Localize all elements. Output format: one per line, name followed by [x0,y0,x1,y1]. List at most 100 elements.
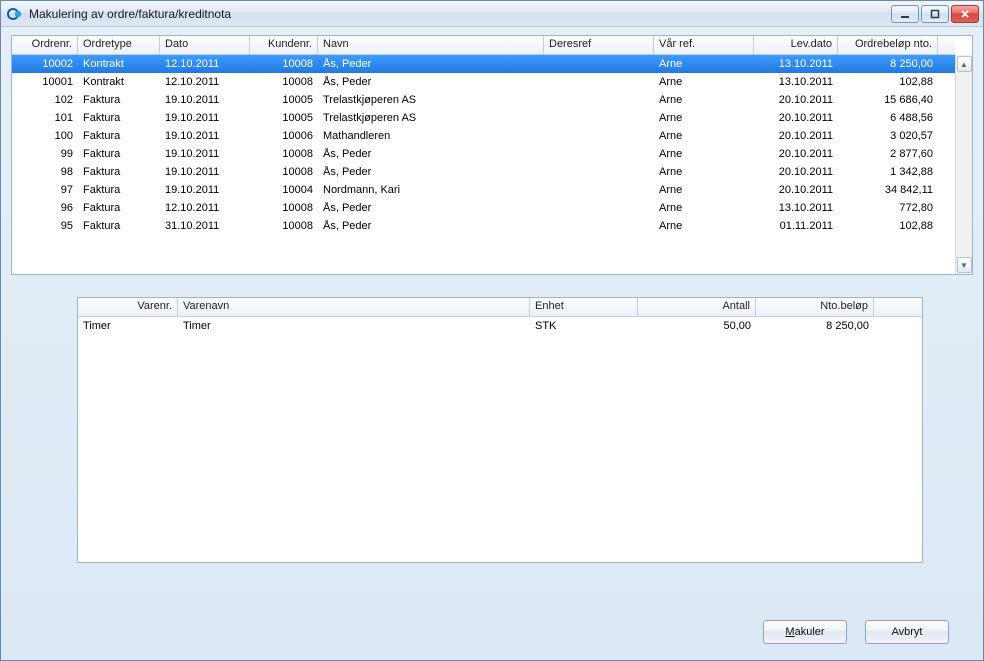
cell: Mathandleren [318,130,544,142]
cell: Timer [78,320,178,332]
col-ntobelop[interactable]: Nto.beløp [756,298,874,316]
detail-grid-header[interactable]: Varenr. Varenavn Enhet Antall Nto.beløp [78,298,922,317]
cell: 20.10.2011 [754,184,838,196]
close-button[interactable] [951,5,979,23]
cell: 19.10.2011 [160,112,250,124]
cell: 10008 [250,220,318,232]
orders-scrollbar[interactable]: ▲ ▼ [955,55,972,274]
cell: Trelastkjøperen AS [318,94,544,106]
cell: Timer [178,320,530,332]
titlebar[interactable]: Makulering av ordre/faktura/kreditnota [1,1,983,27]
detail-grid-body[interactable]: TimerTimerSTK50,008 250,00 [78,317,922,335]
cell: 20.10.2011 [754,130,838,142]
table-row[interactable]: 101Faktura19.10.201110005Trelastkjøperen… [12,109,955,127]
cell: 20.10.2011 [754,166,838,178]
cell: 3 020,57 [838,130,938,142]
table-row[interactable]: 10001Kontrakt12.10.201110008Ås, PederArn… [12,73,955,91]
cell: 19.10.2011 [160,94,250,106]
detail-grid[interactable]: Varenr. Varenavn Enhet Antall Nto.beløp … [77,297,923,563]
scroll-track[interactable] [957,73,972,256]
maximize-button[interactable] [921,5,949,23]
cell: 102,88 [838,220,938,232]
col-deresref[interactable]: Deresref [544,36,654,54]
app-icon [7,6,23,22]
cell: 96 [12,202,78,214]
cell: 19.10.2011 [160,184,250,196]
makuler-label-rest: akuler [795,626,825,638]
cell: Faktura [78,166,160,178]
cell: STK [530,320,638,332]
cell: 10005 [250,112,318,124]
avbryt-label: Avbryt [892,626,923,638]
cell: 19.10.2011 [160,166,250,178]
col-kundenr[interactable]: Kundenr. [250,36,318,54]
cell: 6 488,56 [838,112,938,124]
cell: Ås, Peder [318,220,544,232]
cell: 20.10.2011 [754,112,838,124]
table-row[interactable]: 99Faktura19.10.201110008Ås, PederArne20.… [12,145,955,163]
button-bar: Makuler Avbryt [11,606,973,650]
table-row[interactable]: TimerTimerSTK50,008 250,00 [78,317,922,335]
cell: 10006 [250,130,318,142]
col-enhet[interactable]: Enhet [530,298,638,316]
cell: 20.10.2011 [754,148,838,160]
table-row[interactable]: 10002Kontrakt12.10.201110008Ås, PederArn… [12,55,955,73]
col-varref[interactable]: Vår ref. [654,36,754,54]
col-navn[interactable]: Navn [318,36,544,54]
cell: 34 842,11 [838,184,938,196]
cell: 10004 [250,184,318,196]
cell: Ås, Peder [318,202,544,214]
col-ordretype[interactable]: Ordretype [78,36,160,54]
cell: 8 250,00 [756,320,874,332]
col-varenr[interactable]: Varenr. [78,298,178,316]
makuler-button[interactable]: Makuler [763,620,847,644]
cell: Ås, Peder [318,58,544,70]
cell: 10008 [250,58,318,70]
cell: 102,88 [838,76,938,88]
cell: Trelastkjøperen AS [318,112,544,124]
table-row[interactable]: 96Faktura12.10.201110008Ås, PederArne13.… [12,199,955,217]
cell: 50,00 [638,320,756,332]
cell: Faktura [78,202,160,214]
cell: 10008 [250,166,318,178]
cell: Arne [654,202,754,214]
table-row[interactable]: 95Faktura31.10.201110008Ås, PederArne01.… [12,217,955,235]
cell: 772,80 [838,202,938,214]
cell: Ås, Peder [318,76,544,88]
orders-grid[interactable]: Ordrenr. Ordretype Dato Kundenr. Navn De… [11,35,973,275]
cell: 101 [12,112,78,124]
cell: 99 [12,148,78,160]
cell: 95 [12,220,78,232]
cell: 01.11.2011 [754,220,838,232]
avbryt-button[interactable]: Avbryt [865,620,949,644]
cell: 12.10.2011 [160,58,250,70]
window-buttons [891,5,979,23]
cell: 8 250,00 [838,58,938,70]
cell: Arne [654,58,754,70]
col-antall[interactable]: Antall [638,298,756,316]
col-belop[interactable]: Ordrebeløp nto. [838,36,938,54]
cell: Ås, Peder [318,148,544,160]
cell: 10002 [12,58,78,70]
table-row[interactable]: 100Faktura19.10.201110006MathandlerenArn… [12,127,955,145]
orders-grid-header[interactable]: Ordrenr. Ordretype Dato Kundenr. Navn De… [12,36,955,55]
cell: 10008 [250,76,318,88]
cell: Arne [654,166,754,178]
cell: Arne [654,184,754,196]
cell: Faktura [78,184,160,196]
scroll-down-button[interactable]: ▼ [957,257,972,273]
col-levdato[interactable]: Lev.dato [754,36,838,54]
col-dato[interactable]: Dato [160,36,250,54]
table-row[interactable]: 102Faktura19.10.201110005Trelastkjøperen… [12,91,955,109]
table-row[interactable]: 97Faktura19.10.201110004Nordmann, KariAr… [12,181,955,199]
col-varenavn[interactable]: Varenavn [178,298,530,316]
cell: 10008 [250,148,318,160]
col-ordrenr[interactable]: Ordrenr. [12,36,78,54]
orders-grid-body[interactable]: 10002Kontrakt12.10.201110008Ås, PederArn… [12,55,955,235]
cell: 1 342,88 [838,166,938,178]
makuler-accel: M [785,626,794,638]
cell: Arne [654,94,754,106]
minimize-button[interactable] [891,5,919,23]
table-row[interactable]: 98Faktura19.10.201110008Ås, PederArne20.… [12,163,955,181]
scroll-up-button[interactable]: ▲ [957,56,972,72]
